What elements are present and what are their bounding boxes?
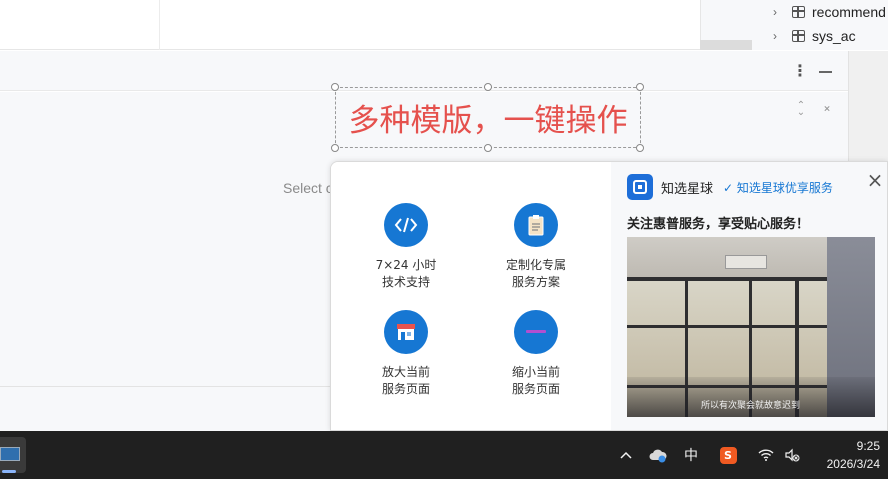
editor-tab-strip xyxy=(0,0,700,50)
volume-muted-icon[interactable] xyxy=(782,431,802,479)
expand-collapse-icon[interactable]: ⌃ ⌄ xyxy=(794,101,808,118)
sogou-logo: S xyxy=(719,446,737,464)
service-label-line: 服务页面 xyxy=(381,382,430,396)
chevron-up-icon[interactable] xyxy=(616,431,636,479)
more-options-icon[interactable]: ⋮ xyxy=(790,62,810,82)
service-custom-plan[interactable]: 定制化专属 服务方案 xyxy=(481,203,591,291)
service-label-line: 放大当前 xyxy=(381,365,430,379)
close-icon[interactable]: × xyxy=(865,170,885,190)
service-label: 缩小当前 服务页面 xyxy=(481,364,591,398)
brand-name: 知选星球 xyxy=(661,182,714,197)
resize-handle[interactable] xyxy=(636,83,644,91)
chevron-right-icon[interactable]: › xyxy=(773,29,777,43)
brand-service-link[interactable]: ✓ 知选星球优享服务 xyxy=(723,179,833,196)
resize-handle[interactable] xyxy=(331,83,339,91)
service-tech-support[interactable]: 7×24 小时 技术支持 xyxy=(351,203,461,291)
video-ceiling-light xyxy=(725,255,767,269)
service-label-line: 服务页面 xyxy=(511,382,560,396)
resize-handle[interactable] xyxy=(484,83,492,91)
ime-indicator[interactable]: 中 xyxy=(680,431,702,479)
service-label-line: 技术支持 xyxy=(381,275,430,289)
tree-item-recommend[interactable]: › recommend xyxy=(701,0,888,24)
service-label-line: 服务方案 xyxy=(511,275,560,289)
service-label-line: 7×24 小时 xyxy=(375,258,437,272)
minimize-icon[interactable] xyxy=(816,62,836,82)
placeholder-text: Select c xyxy=(283,180,333,196)
active-indicator xyxy=(2,470,16,473)
video-shadow xyxy=(627,377,875,417)
chevron-right-icon[interactable]: › xyxy=(773,5,777,19)
service-label: 定制化专属 服务方案 xyxy=(481,257,591,291)
taskbar: 中 S 9:25 2026/3/24 xyxy=(0,431,888,479)
service-zoom-in[interactable]: 放大当前 服务页面 xyxy=(351,310,461,398)
service-label-line: 缩小当前 xyxy=(511,365,560,379)
service-zoom-out[interactable]: 缩小当前 服务页面 xyxy=(481,310,591,398)
system-clock[interactable]: 9:25 2026/3/24 xyxy=(808,437,880,473)
clock-time: 9:25 xyxy=(856,439,880,453)
tree-item-label: sys_ac xyxy=(812,28,856,44)
table-icon xyxy=(792,6,805,18)
clipboard-icon xyxy=(514,203,558,247)
taskbar-app-icon[interactable] xyxy=(0,437,26,473)
horizontal-scrollbar[interactable] xyxy=(700,40,752,50)
follow-text: 关注惠普服务，享受贴心服务！ xyxy=(627,217,810,232)
collapse-icon[interactable]: ⌄ ⌃ xyxy=(820,99,834,119)
service-popup: 7×24 小时 技术支持 定制化专属 服务方案 放大当前 服务页面 缩小当前 服… xyxy=(330,161,888,431)
banner-text: 多种模版，一键操作 xyxy=(348,103,628,139)
panel-header xyxy=(0,51,848,91)
video-caption: 所以有次聚会就故意迟到 xyxy=(701,401,801,411)
service-label: 放大当前 服务页面 xyxy=(351,364,461,398)
resize-handle[interactable] xyxy=(331,144,339,152)
brand-logo-icon xyxy=(627,174,653,200)
editor-divider xyxy=(159,0,160,50)
store-icon xyxy=(384,310,428,354)
clock-date: 2026/3/24 xyxy=(826,457,880,471)
cloud-icon[interactable] xyxy=(646,431,670,479)
resize-handle[interactable] xyxy=(484,144,492,152)
service-label-line: 定制化专属 xyxy=(505,258,566,272)
promo-video[interactable]: 所以有次聚会就故意迟到 xyxy=(627,237,875,417)
service-grid: 7×24 小时 技术支持 定制化专属 服务方案 放大当前 服务页面 缩小当前 服… xyxy=(331,162,611,430)
resize-handle[interactable] xyxy=(636,144,644,152)
selected-text-banner[interactable]: 多种模版，一键操作 xyxy=(335,87,641,148)
service-label: 7×24 小时 技术支持 xyxy=(351,257,461,291)
code-icon xyxy=(384,203,428,247)
promo-card: 知选星球 ✓ 知选星球优享服务 关注惠普服务，享受贴心服务！ 所以有次聚会就故意… xyxy=(611,162,887,430)
wifi-icon[interactable] xyxy=(756,431,776,479)
sogou-input-icon[interactable]: S xyxy=(716,431,740,479)
minus-icon xyxy=(514,310,558,354)
app-screen-icon xyxy=(0,447,20,461)
tree-item-label: recommend xyxy=(812,4,886,20)
table-icon xyxy=(792,30,805,42)
